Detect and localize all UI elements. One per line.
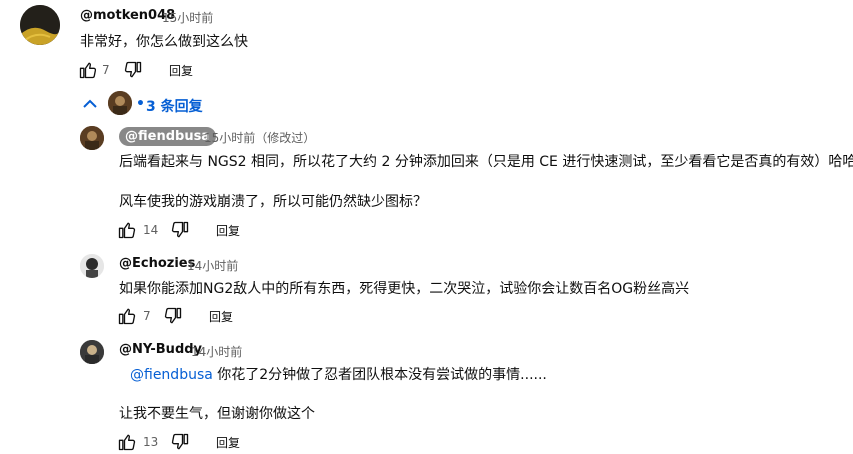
thumbs-up-icon [79, 62, 97, 79]
reply-author[interactable]: @NY-Buddy [119, 342, 202, 357]
like-count: 7 [143, 309, 151, 323]
thumbs-up-icon [118, 308, 136, 325]
creator-author-badge[interactable]: @fiendbusa [119, 127, 217, 146]
thumbs-down-icon [171, 221, 189, 238]
reply-text-line1: 如果你能添加NG2敌人中的所有东西，死得更快，二次哭泣，试验你会让数百名OG粉丝… [119, 281, 690, 297]
avatar-ny-buddy[interactable] [80, 340, 104, 364]
reply-button[interactable]: 回复 [216, 222, 240, 239]
avatar-echozies[interactable] [80, 254, 104, 278]
reply-button[interactable]: 回复 [216, 434, 240, 451]
avatar-fiendbusa[interactable] [80, 126, 104, 150]
replies-separator: • [136, 96, 145, 112]
dislike-button[interactable] [123, 60, 143, 80]
like-button[interactable] [117, 220, 137, 240]
thumbs-down-icon [164, 307, 182, 324]
like-button[interactable] [117, 306, 137, 326]
like-count: 14 [143, 223, 159, 237]
reply-text-line1: 后端看起来与 NGS2 相同，所以花了大约 2 分钟添加回来（只是用 CE 进行… [119, 154, 853, 170]
thumbs-up-icon [118, 434, 136, 451]
like-button[interactable] [117, 432, 137, 452]
like-button[interactable] [78, 60, 98, 80]
mention-link[interactable]: @fiendbusa [130, 367, 213, 383]
avatar-motken048[interactable] [20, 5, 60, 45]
comment-author[interactable]: @motken048 [80, 8, 175, 23]
dislike-button[interactable] [163, 306, 183, 326]
reply-text-line1: @fiendbusa 你花了2分钟做了忍者团队根本没有尝试做的事情...... [130, 364, 547, 384]
reply-timestamp[interactable]: 14小时前 [187, 257, 238, 274]
reply-timestamp[interactable]: 15小时前（修改过） [204, 129, 315, 146]
like-count: 7 [102, 63, 110, 77]
reply-button[interactable]: 回复 [169, 62, 193, 79]
view-replies-button[interactable]: 3 条回复 [146, 96, 203, 116]
thumbs-down-icon [171, 433, 189, 450]
dislike-button[interactable] [170, 432, 190, 452]
thumbs-up-icon [118, 222, 136, 239]
like-count: 13 [143, 435, 159, 449]
reply-timestamp[interactable]: 14小时前 [191, 343, 242, 360]
reply-text-line2: 风车使我的游戏崩溃了，所以可能仍然缺少图标？ [119, 194, 427, 210]
reply-text-after-mention: 你花了2分钟做了忍者团队根本没有尝试做的事情...... [212, 367, 547, 383]
comment-timestamp[interactable]: 15小时前 [162, 9, 213, 26]
reply-author[interactable]: @Echozies [119, 256, 195, 271]
dislike-button[interactable] [170, 220, 190, 240]
reply-button[interactable]: 回复 [209, 308, 233, 325]
reply-text-line2: 让我不要生气，但谢谢你做这个 [119, 406, 315, 422]
comment-text: 非常好，你怎么做到这么快 [80, 34, 248, 50]
reply-author-avatar-small [108, 91, 132, 115]
thumbs-down-icon [124, 61, 142, 78]
chevron-up-icon[interactable] [80, 96, 100, 112]
